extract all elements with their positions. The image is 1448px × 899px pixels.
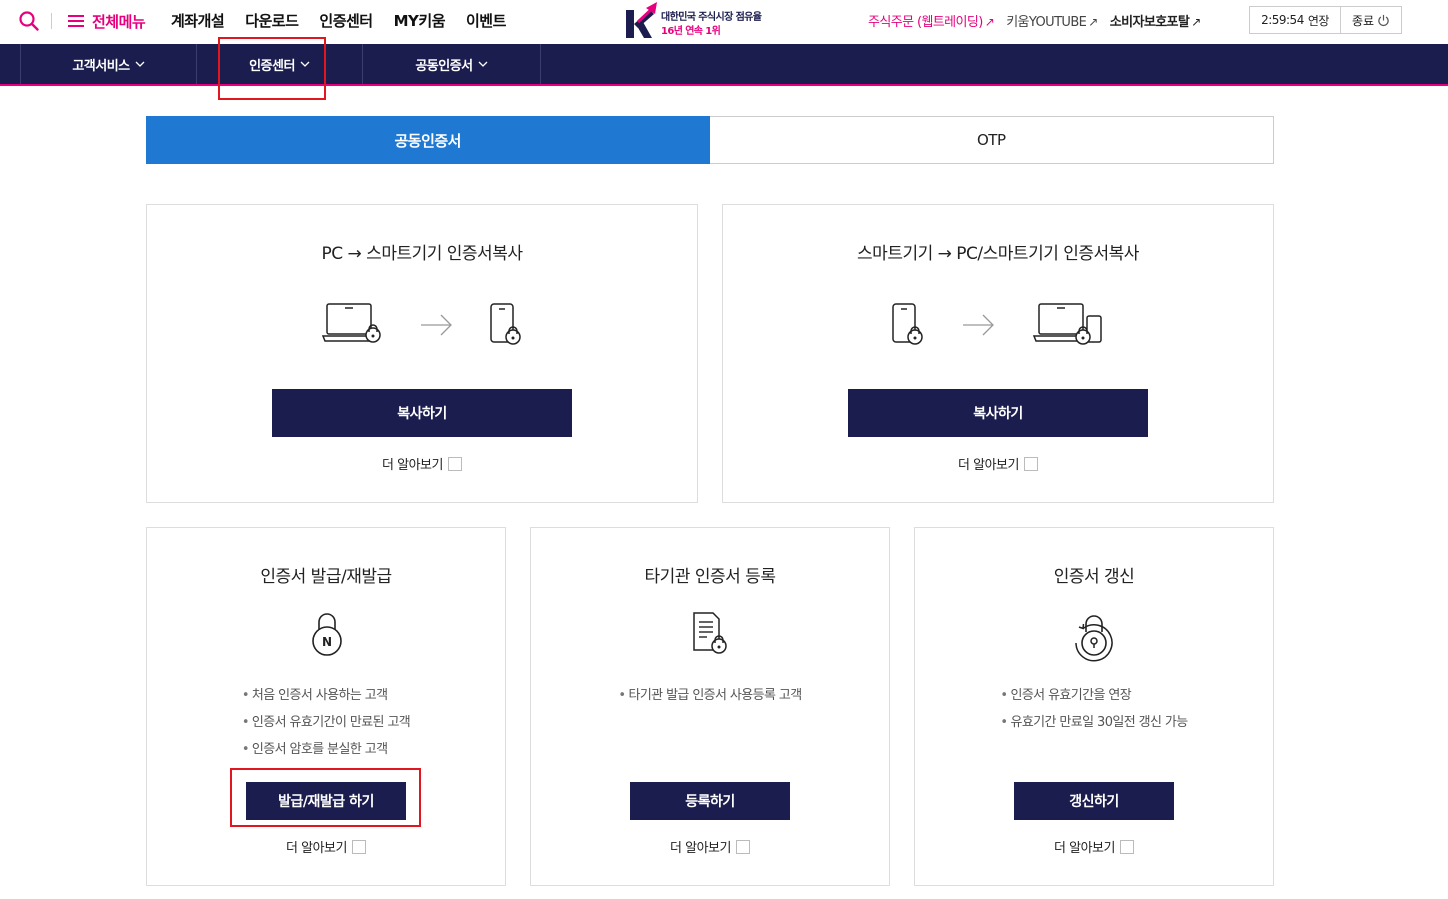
top-nav: 계좌개설 다운로드 인증센터 MY키움 이벤트: [171, 10, 506, 32]
laptop-lock-icon: [321, 303, 381, 343]
youtube-link[interactable]: 키움YOUTUBE ↗: [1006, 11, 1098, 30]
smartphone-lock-icon: [892, 303, 923, 345]
subnav-customer-service[interactable]: 고객서비스: [20, 44, 197, 84]
session-timer: 2:59:54: [1261, 13, 1304, 27]
learn-more-icon: [351, 839, 366, 854]
top-header: 전체메뉴 계좌개설 다운로드 인증센터 MY키움 이벤트 대한민국 주식시장 점…: [0, 0, 1448, 44]
bullet-item: 인증서 암호를 분실한 고객: [242, 738, 410, 757]
card-title: PC → 스마트기기 인증서복사: [321, 244, 523, 264]
kiwoom-logo[interactable]: 대한민국 주식시장 점유율 16년 연속 1위: [624, 2, 794, 40]
nav-event[interactable]: 이벤트: [466, 10, 506, 32]
card-title: 인증서 발급/재발급: [260, 567, 392, 587]
nav-account-open[interactable]: 계좌개설: [171, 10, 225, 32]
lock-new-icon: N: [312, 613, 342, 656]
card-smart-to-pc-copy: 스마트기기 → PC/스마트기기 인증서복사 복사하기 더 알아보기: [722, 204, 1274, 503]
copy-button-pc-to-smart[interactable]: 복사하기: [272, 389, 572, 437]
learn-more-register[interactable]: 더 알아보기: [531, 837, 889, 856]
learn-more-icon: [1119, 839, 1134, 854]
bullet-item: 유효기간 만료일 30일전 갱신 가능: [1000, 711, 1188, 730]
issue-reissue-button[interactable]: 발급/재발급 하기: [246, 782, 406, 820]
card-pc-to-smart-copy: PC → 스마트기기 인증서복사 복사하기 더 알아보기: [146, 204, 698, 503]
external-arrow-icon: ↗: [1088, 15, 1098, 29]
sub-nav: 고객서비스 인증센터 공동인증서: [0, 44, 1448, 86]
external-arrow-icon: ↗: [1191, 15, 1201, 29]
card-title: 스마트기기 → PC/스마트기기 인증서복사: [857, 244, 1139, 264]
svg-text:N: N: [322, 635, 332, 649]
learn-more-smart-to-pc[interactable]: 더 알아보기: [723, 454, 1273, 473]
session-box: 2:59:54 연장 종료: [1249, 6, 1402, 34]
register-button[interactable]: 등록하기: [630, 782, 790, 820]
tab-otp[interactable]: OTP: [709, 116, 1274, 164]
learn-more-icon: [1023, 456, 1038, 471]
web-trading-link[interactable]: 주식주문 (웹트레이딩) ↗: [868, 11, 995, 30]
cert-tabs: 공동인증서 OTP: [146, 116, 1274, 164]
learn-more-issue[interactable]: 더 알아보기: [147, 837, 505, 856]
arrow-right-icon: [421, 314, 452, 336]
header-links: 주식주문 (웹트레이딩) ↗ 키움YOUTUBE ↗ 소비자보호포탈 ↗: [868, 11, 1201, 30]
card-other-cert-register: 타기관 인증서 등록 타기관 발급 인증서 사용등록 고객 등록하기 더 알아보…: [530, 527, 890, 886]
document-lock-icon: [693, 612, 727, 654]
learn-more-icon: [735, 839, 750, 854]
tab-joint-cert[interactable]: 공동인증서: [146, 116, 710, 164]
chevron-down-icon: [135, 61, 145, 67]
copy-button-smart-to-pc[interactable]: 복사하기: [848, 389, 1148, 437]
search-icon[interactable]: [18, 10, 40, 32]
learn-more-renew[interactable]: 더 알아보기: [915, 837, 1273, 856]
all-menu-label: 전체메뉴: [92, 12, 146, 31]
session-extend-button[interactable]: 2:59:54 연장: [1250, 7, 1341, 33]
smartphone-lock-icon: [490, 303, 521, 345]
external-arrow-icon: ↗: [984, 15, 995, 29]
all-menu-button[interactable]: 전체메뉴: [68, 10, 146, 32]
card-cert-issue: 인증서 발급/재발급 N 처음 인증서 사용하는 고객 인증서 유효기간이 만료…: [146, 527, 506, 886]
renew-bullets: 인증서 유효기간을 연장 유효기간 만료일 30일전 갱신 가능: [915, 684, 1273, 730]
subnav-cert-center[interactable]: 인증센터: [197, 44, 363, 84]
nav-cert-center[interactable]: 인증센터: [319, 10, 373, 32]
lock-renew-icon: [1075, 615, 1113, 662]
kiwoom-k-logo-icon: [626, 2, 657, 38]
logo-tagline-2: 16년 연속 1위: [661, 26, 721, 37]
chevron-down-icon: [478, 61, 488, 67]
issue-bullets: 처음 인증서 사용하는 고객 인증서 유효기간이 만료된 고객 인증서 암호를 …: [147, 684, 505, 757]
register-bullets: 타기관 발급 인증서 사용등록 고객: [531, 684, 889, 703]
subnav-joint-cert[interactable]: 공동인증서: [363, 44, 541, 84]
bullet-item: 처음 인증서 사용하는 고객: [242, 684, 410, 703]
chevron-down-icon: [300, 61, 310, 67]
learn-more-pc-to-smart[interactable]: 더 알아보기: [147, 454, 697, 473]
card-title: 타기관 인증서 등록: [644, 567, 776, 587]
hamburger-icon: [68, 15, 84, 27]
bullet-item: 인증서 유효기간을 연장: [1000, 684, 1187, 703]
logo-tagline-1: 대한민국 주식시장 점유율: [661, 12, 762, 23]
logout-button[interactable]: 종료: [1341, 7, 1401, 33]
learn-more-icon: [447, 456, 462, 471]
card-title: 인증서 갱신: [1053, 567, 1135, 587]
power-icon: [1378, 14, 1389, 26]
nav-download[interactable]: 다운로드: [245, 10, 299, 32]
consumer-portal-link[interactable]: 소비자보호포탈 ↗: [1110, 11, 1202, 30]
bullet-item: 인증서 유효기간이 만료된 고객: [242, 711, 411, 730]
arrow-right-icon: [963, 314, 994, 336]
card-cert-renew: 인증서 갱신 인증서 유효기간을 연장 유효기간 만료일 30일전 갱신 가능 …: [914, 527, 1274, 886]
extend-label: 연장: [1307, 13, 1330, 28]
divider: [51, 13, 52, 29]
renew-button[interactable]: 갱신하기: [1014, 782, 1174, 820]
bullet-item: 타기관 발급 인증서 사용등록 고객: [618, 684, 802, 703]
nav-my-kiwoom[interactable]: MY키움: [394, 10, 446, 32]
laptop-phone-lock-icon: [1032, 303, 1102, 345]
logout-label: 종료: [1351, 13, 1375, 28]
